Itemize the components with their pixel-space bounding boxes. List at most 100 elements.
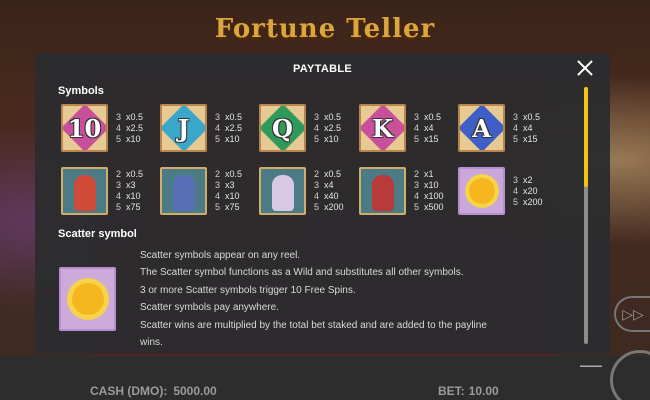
cash-value: 5000.00 [173, 384, 217, 398]
scatter-symbol-image [59, 267, 116, 331]
payout-count: 4 [314, 191, 320, 201]
payout-row: 5 x10 [215, 134, 242, 145]
payout-count: 3 [414, 180, 420, 190]
payout-row: 4 x2.5 [116, 123, 143, 134]
payout-row: 4 x4 [513, 123, 540, 134]
payout-count: 4 [513, 185, 519, 196]
payout-count: 2 [314, 169, 320, 179]
symbol-letter: J [177, 113, 190, 143]
symbol-card-1: 10 [61, 104, 108, 152]
symbol-letter: 10 [67, 113, 102, 143]
payout-row: 3 x0.5 [215, 112, 242, 123]
game-logo: Fortune Teller [214, 14, 436, 44]
knight-icon [172, 175, 195, 211]
jester-icon [73, 175, 96, 211]
symbol-fortune-teller [359, 167, 406, 215]
payout-row: 2 x1 [414, 169, 444, 180]
payout-count: 4 [215, 191, 221, 201]
payout-multiplier: x1 [424, 169, 434, 179]
payout-count: 5 [215, 202, 221, 212]
payout-row: 3 x2 [513, 175, 543, 186]
fortune-teller-icon [371, 175, 394, 211]
symbol-payouts: 2 x1 3 x10 4 x100 5 x500 [414, 169, 444, 213]
payout-multiplier: x0.5 [424, 111, 442, 122]
symbols-heading: Symbols [58, 85, 104, 97]
symbol-payouts: 3 x0.5 4 x4 5 x15 [513, 112, 540, 145]
payout-count: 4 [314, 122, 320, 133]
bet-value: 10.00 [468, 384, 499, 398]
scatter-heading: Scatter symbol [58, 228, 137, 240]
payout-multiplier: x2.5 [225, 122, 243, 133]
payout-multiplier: x75 [126, 202, 141, 212]
payout-row: 3 x0.5 [414, 112, 441, 123]
decrease-bet-button[interactable]: — [580, 352, 602, 378]
symbol-letter: Q [272, 113, 293, 143]
scatter-rule-line: Scatter wins are multiplied by the total… [140, 320, 487, 331]
symbol-letter: A [472, 113, 491, 143]
payout-count: 3 [513, 174, 519, 185]
payout-count: 5 [414, 202, 420, 212]
payout-multiplier: x3 [126, 180, 136, 190]
payout-row: 2 x0.5 [314, 169, 344, 180]
symbol-card-2: J [160, 104, 207, 152]
payout-row: 5 x75 [215, 202, 242, 213]
payout-count: 5 [513, 133, 519, 144]
payout-count: 5 [414, 133, 420, 144]
payout-row: 4 x40 [314, 191, 344, 202]
symbol-jester [61, 167, 108, 215]
scroll-thumb[interactable] [584, 87, 588, 187]
payout-row: 5 x15 [414, 134, 441, 145]
symbol-payouts: 2 x0.5 3 x4 4 x40 5 x200 [314, 169, 344, 213]
payout-count: 2 [116, 169, 122, 179]
payout-multiplier: x2.5 [126, 122, 144, 133]
payout-row: 3 x0.5 [116, 112, 143, 123]
payout-count: 3 [116, 111, 122, 122]
symbol-payouts: 3 x0.5 4 x2.5 5 x10 [314, 112, 341, 145]
queen-icon [271, 175, 294, 211]
payout-multiplier: x4 [424, 122, 434, 133]
payout-multiplier: x10 [225, 191, 240, 201]
symbol-payouts: 3 x0.5 4 x2.5 5 x10 [215, 112, 242, 145]
payout-count: 4 [116, 122, 122, 133]
symbol-card-4: K [359, 104, 406, 152]
payout-count: 3 [116, 180, 122, 190]
symbol-card-5: A [458, 104, 505, 152]
cash-display: CASH (DMO): 5000.00 [90, 384, 217, 398]
scatter-rule-line: Scatter symbols pay anywhere. [140, 302, 279, 313]
symbol-card-3: Q [259, 104, 306, 152]
payout-multiplier: x500 [424, 202, 444, 212]
payout-multiplier: x0.5 [126, 169, 144, 179]
bet-label: BET: [438, 384, 465, 398]
payout-count: 4 [513, 122, 519, 133]
payout-count: 4 [414, 122, 420, 133]
payout-multiplier: x0.5 [324, 111, 342, 122]
payout-row: 4 x20 [513, 186, 543, 197]
payout-count: 5 [314, 133, 320, 144]
payout-multiplier: x10 [126, 133, 141, 144]
payout-row: 5 x200 [513, 197, 543, 208]
payout-multiplier: x200 [324, 202, 344, 212]
payout-row: 4 x10 [116, 191, 143, 202]
payout-multiplier: x75 [225, 202, 240, 212]
close-icon[interactable] [576, 59, 594, 77]
payout-count: 3 [215, 111, 221, 122]
payout-count: 5 [513, 196, 519, 207]
payout-row: 4 x100 [414, 191, 444, 202]
payout-multiplier: x0.5 [324, 169, 342, 179]
payout-row: 5 x500 [414, 202, 444, 213]
payout-row: 4 x2.5 [314, 123, 341, 134]
payout-multiplier: x10 [225, 133, 240, 144]
payout-multiplier: x2 [523, 174, 533, 185]
symbol-payouts: 3 x0.5 4 x2.5 5 x10 [116, 112, 143, 145]
payout-multiplier: x15 [424, 133, 439, 144]
symbol-payouts: 3 x0.5 4 x4 5 x15 [414, 112, 441, 145]
payout-row: 3 x3 [116, 180, 143, 191]
payout-count: 5 [116, 202, 122, 212]
payout-multiplier: x4 [324, 180, 334, 190]
fast-forward-button[interactable]: ▷▷ [614, 296, 650, 332]
payout-count: 3 [215, 180, 221, 190]
scrollbar[interactable] [584, 87, 588, 344]
symbol-knight [160, 167, 207, 215]
payout-row: 4 x4 [414, 123, 441, 134]
payout-count: 2 [215, 169, 221, 179]
